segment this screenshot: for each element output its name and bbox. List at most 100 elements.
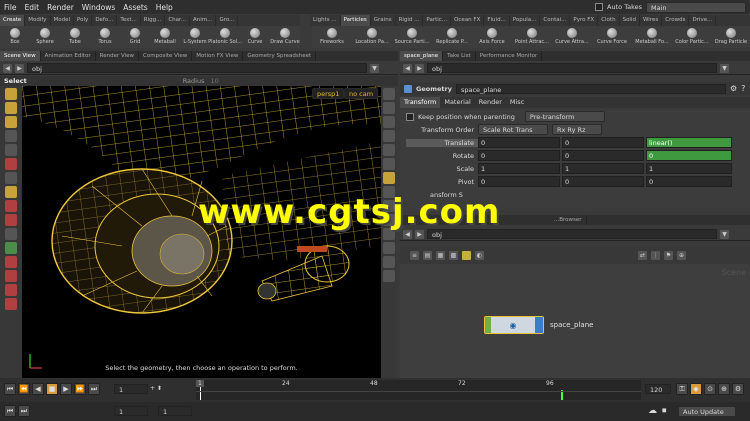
start-frame-field[interactable]: 1 [114,406,148,416]
scale-tool-icon[interactable] [5,158,17,170]
view-tool-icon[interactable] [5,200,17,212]
current-frame-field[interactable]: 1 [114,384,148,394]
shelf-tab-rigging[interactable]: Rigg... [141,15,166,26]
key-channel-icon[interactable]: ⊙ [704,383,716,395]
node-name-field[interactable]: space_plane [455,83,726,94]
tool-draw-curve[interactable]: Draw Curve [270,26,300,48]
list-icon[interactable]: ≡ [410,250,419,260]
select-tool-icon[interactable] [5,88,17,100]
snap-points-icon[interactable] [5,298,17,310]
keys-icon[interactable]: ⚿ [676,383,688,395]
display-options-icon[interactable] [382,88,395,100]
subtab-material[interactable]: Material [440,97,474,108]
tool-point-attractor[interactable]: Point Attrac... [512,26,552,48]
tab-render-view[interactable]: Render View [96,51,140,61]
tool-replicate[interactable]: Replicate P... [432,26,472,48]
settings-icon[interactable]: ⚙ [732,383,744,395]
handle-tool-icon[interactable] [5,130,17,142]
tool-drag-particle[interactable]: Drag Particle [712,26,750,48]
zoom-icon[interactable]: ⊕ [677,250,686,260]
shelf-tab-popula[interactable]: Popula... [510,15,541,26]
tool-metaball[interactable]: Metaball [150,26,180,48]
shelf-tab-lights[interactable]: Lights ... [310,15,341,26]
tab-animation-editor[interactable]: Animation Editor [41,51,96,61]
start-frame-field-2[interactable]: 1 [158,406,192,416]
menu-file[interactable]: File [0,3,21,12]
shelf-tab-groom[interactable]: Gro... [216,15,239,26]
tool-curve-force[interactable]: Curve Force [592,26,632,48]
lighting-icon[interactable] [382,130,395,142]
shelf-tab-deform[interactable]: Defo... [92,15,118,26]
step-back-icon[interactable]: ⏪ [18,383,30,395]
shelf-tab-wires[interactable]: Wires [640,15,663,26]
tab-performance-monitor[interactable]: Performance Monitor [476,51,543,61]
shelf-tab-drive[interactable]: Drive... [689,15,717,26]
tool-torus[interactable]: Torus [90,26,120,48]
shelf-tab-rigid[interactable]: Rigid ... [396,15,424,26]
pin-icon[interactable]: ▼ [720,63,729,73]
translate-z-field[interactable]: linear() [646,137,732,148]
tool-location-particles[interactable]: Location Pa... [352,26,392,48]
transform-tool-icon[interactable] [5,102,17,114]
shelf-tab-model[interactable]: Model [51,15,75,26]
tool-axis-force[interactable]: Axis Force [472,26,512,48]
timeline-track[interactable]: 1 24 48 72 96 [196,380,641,400]
help-icon[interactable]: ? [741,84,745,93]
shelf-tab-poly[interactable]: Poly [74,15,93,26]
tool-fireworks[interactable]: Fireworks [312,26,352,48]
uv-icon[interactable] [382,242,395,254]
shelf-tab-ocean[interactable]: Ocean FX [451,15,485,26]
align-icon[interactable]: ⋮ [651,250,660,260]
pin-icon[interactable]: ▼ [370,63,379,73]
scale-y-field[interactable]: 1 [562,163,644,174]
select-mode-icon[interactable] [5,186,17,198]
auto-takes-checkbox[interactable] [595,3,604,11]
play-icon[interactable]: ▶ [60,383,72,395]
space-plane-node[interactable]: ◉ [484,316,544,334]
snap-grid-icon[interactable] [5,284,17,296]
shelf-tab-pyro[interactable]: Pyro FX [570,15,599,26]
range-start-icon[interactable]: ⏮ [4,405,16,417]
tool-curve[interactable]: Curve [240,26,270,48]
scene-path-field[interactable]: obj [27,63,367,73]
rotate-tool-icon[interactable] [5,172,17,184]
snap-icon[interactable] [5,214,17,226]
jump-start-icon[interactable]: ⏮ [4,383,16,395]
shelf-tab-character[interactable]: Char... [165,15,191,26]
pin-icon[interactable]: ▼ [720,229,729,239]
tool-platonic[interactable]: Platonic Sol... [208,26,242,48]
range-end-icon[interactable]: ⏭ [18,405,30,417]
points-icon[interactable] [382,172,395,184]
translate-y-field[interactable]: 0 [562,137,644,148]
scale-x-field[interactable]: 1 [478,163,560,174]
translate-x-field[interactable]: 0 [478,137,560,148]
stop-icon[interactable]: ■ [46,383,58,395]
rotate-z-field[interactable]: 0 [646,150,732,161]
shading-icon[interactable] [382,102,395,114]
tool-source-particles[interactable]: Source Parti... [392,26,432,48]
jump-end-icon[interactable]: ⏭ [88,383,100,395]
sticky-note-icon[interactable] [462,250,471,260]
camera-icon[interactable] [382,256,395,268]
tab-space-plane[interactable]: space_plane [400,51,444,61]
no-cam-select[interactable]: no cam [344,88,379,99]
shelf-tab-cloth[interactable]: Cloth [598,15,620,26]
auto-key-icon[interactable]: ◆ [690,383,702,395]
menu-help[interactable]: Help [152,3,177,12]
shelf-tab-create[interactable]: Create [0,15,26,26]
key-all-icon[interactable]: ⊕ [718,383,730,395]
end-frame-field[interactable]: 120 [645,384,671,394]
snapping-icon[interactable] [5,270,17,282]
shelf-tab-solid[interactable]: Solid [620,15,640,26]
tool-lsystem[interactable]: L-System [180,26,210,48]
shelf-tab-particles[interactable]: Particles [340,15,371,26]
gear-icon[interactable]: ⚙ [730,84,737,93]
shelf-tab-contai[interactable]: Contai... [540,15,571,26]
rotate-y-field[interactable]: 0 [562,150,644,161]
layout-icon[interactable]: ▦ [436,250,445,260]
play-reverse-icon[interactable]: ◀ [32,383,44,395]
tool-tube[interactable]: Tube [60,26,90,48]
params-path-field[interactable]: obj [427,63,717,73]
forward-icon[interactable]: ▶ [15,63,24,73]
tab-scene-view[interactable]: Scene View [0,51,41,61]
